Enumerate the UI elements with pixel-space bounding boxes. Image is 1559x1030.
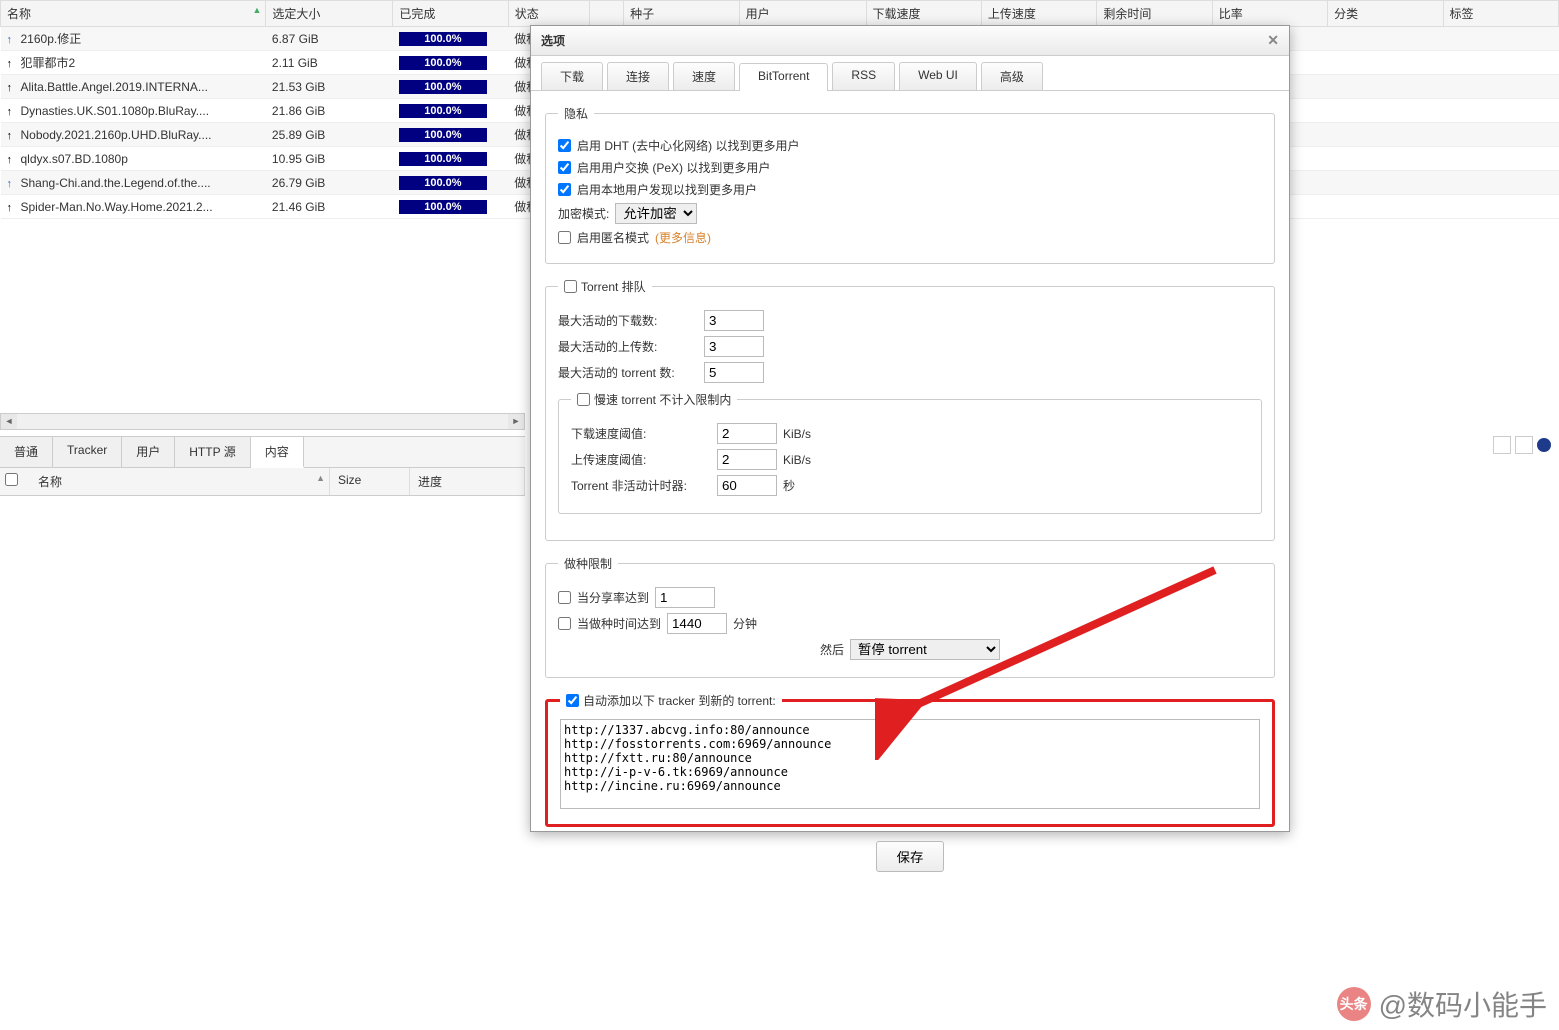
upload-arrow-icon: ↑ — [7, 178, 17, 190]
auto-tracker-fieldset: 自动添加以下 tracker 到新的 torrent: — [545, 692, 1275, 827]
options-dialog: 选项 ✕ 下载连接速度BitTorrentRSSWeb UI高级 隐私 启用 D… — [530, 25, 1290, 832]
slow-enable-checkbox[interactable] — [577, 393, 590, 406]
options-tab[interactable]: 速度 — [673, 62, 735, 90]
upload-arrow-icon: ↑ — [7, 202, 17, 214]
auto-tracker-checkbox[interactable] — [566, 694, 579, 707]
ratio-input[interactable] — [655, 587, 715, 608]
torrent-col-header[interactable]: 种子 — [624, 1, 739, 27]
seed-action-select[interactable]: 暂停 torrent — [850, 639, 1000, 660]
detail-tab[interactable]: 普通 — [0, 437, 53, 467]
pex-checkbox[interactable] — [558, 161, 571, 174]
dht-checkbox[interactable] — [558, 139, 571, 152]
seedtime-input[interactable] — [667, 613, 727, 634]
upload-arrow-icon: ↑ — [7, 82, 17, 94]
upload-arrow-icon: ↑ — [7, 34, 17, 46]
slow-dl-input[interactable] — [717, 423, 777, 444]
queue-enable-checkbox[interactable] — [564, 280, 577, 293]
detail-tab[interactable]: Tracker — [53, 437, 122, 467]
torrent-col-header[interactable]: 状态 — [508, 1, 589, 27]
torrent-col-header[interactable]: 用户 — [739, 1, 866, 27]
close-icon[interactable]: ✕ — [1267, 32, 1279, 49]
options-tab[interactable]: 连接 — [607, 62, 669, 90]
detail-tab[interactable]: 内容 — [251, 437, 304, 468]
options-tab[interactable]: Web UI — [899, 62, 977, 90]
max-torrent-input[interactable] — [704, 362, 764, 383]
detail-tab[interactable]: HTTP 源 — [175, 437, 250, 467]
content-columns-header: 名称▲ Size 进度 — [0, 468, 525, 496]
torrent-col-header[interactable]: 分类 — [1328, 1, 1443, 27]
detail-tab[interactable]: 用户 — [122, 437, 175, 467]
encryption-select[interactable]: 允许加密 — [615, 203, 697, 224]
ratio-checkbox[interactable] — [558, 591, 571, 604]
options-tabs: 下载连接速度BitTorrentRSSWeb UI高级 — [531, 56, 1289, 91]
max-ul-input[interactable] — [704, 336, 764, 357]
torrent-col-header[interactable]: 比率 — [1212, 1, 1327, 27]
anon-more-link[interactable]: (更多信息) — [655, 229, 711, 246]
torrent-col-header[interactable]: 标签 — [1443, 1, 1558, 27]
queue-fieldset: Torrent 排队 最大活动的下载数: 最大活动的上传数: 最大活动的 tor… — [545, 278, 1275, 541]
options-tab[interactable]: 下载 — [541, 62, 603, 90]
slow-ul-input[interactable] — [717, 449, 777, 470]
anon-checkbox[interactable] — [558, 231, 571, 244]
seedtime-checkbox[interactable] — [558, 617, 571, 630]
detail-tabs: 普通Tracker用户HTTP 源内容 — [0, 436, 525, 468]
max-dl-input[interactable] — [704, 310, 764, 331]
options-tab[interactable]: BitTorrent — [739, 63, 828, 91]
upload-arrow-icon: ↑ — [7, 106, 17, 118]
torrent-col-header[interactable]: 名称▲ — [1, 1, 266, 27]
watermark-logo-icon: 头条 — [1337, 987, 1371, 1021]
upload-arrow-icon: ↑ — [7, 58, 17, 70]
upload-arrow-icon: ↑ — [7, 130, 17, 142]
options-tab[interactable]: RSS — [832, 62, 895, 90]
detail-tab-overflow[interactable] — [1493, 436, 1551, 454]
torrent-col-header[interactable]: 上传速度 — [981, 1, 1096, 27]
dialog-title: 选项 — [541, 32, 565, 49]
col-size[interactable]: Size — [330, 468, 410, 495]
inactivity-input[interactable] — [717, 475, 777, 496]
torrent-col-header[interactable]: 选定大小 — [266, 1, 393, 27]
tracker-list-textarea[interactable] — [560, 719, 1260, 809]
torrent-col-header[interactable]: 下载速度 — [866, 1, 981, 27]
slow-torrent-fieldset: 慢速 torrent 不计入限制内 下载速度阈值:KiB/s 上传速度阈值:Ki… — [558, 391, 1262, 514]
content-select-all[interactable] — [5, 473, 18, 486]
horizontal-scrollbar[interactable]: ◄► — [0, 413, 525, 430]
lsd-checkbox[interactable] — [558, 183, 571, 196]
torrent-col-header[interactable] — [589, 1, 624, 27]
col-name[interactable]: 名称▲ — [30, 468, 330, 495]
privacy-fieldset: 隐私 启用 DHT (去中心化网络) 以找到更多用户 启用用户交换 (PeX) … — [545, 105, 1275, 264]
seed-limit-fieldset: 做种限制 当分享率达到 当做种时间达到分钟 然后 暂停 torrent — [545, 555, 1275, 678]
col-progress[interactable]: 进度 — [410, 468, 525, 495]
torrent-col-header[interactable]: 剩余时间 — [1097, 1, 1212, 27]
save-button[interactable]: 保存 — [876, 841, 945, 872]
torrent-col-header[interactable]: 已完成 — [393, 1, 508, 27]
watermark: 头条 @数码小能手 — [1337, 984, 1547, 1024]
upload-arrow-icon: ↑ — [7, 154, 17, 166]
options-tab[interactable]: 高级 — [981, 62, 1043, 90]
